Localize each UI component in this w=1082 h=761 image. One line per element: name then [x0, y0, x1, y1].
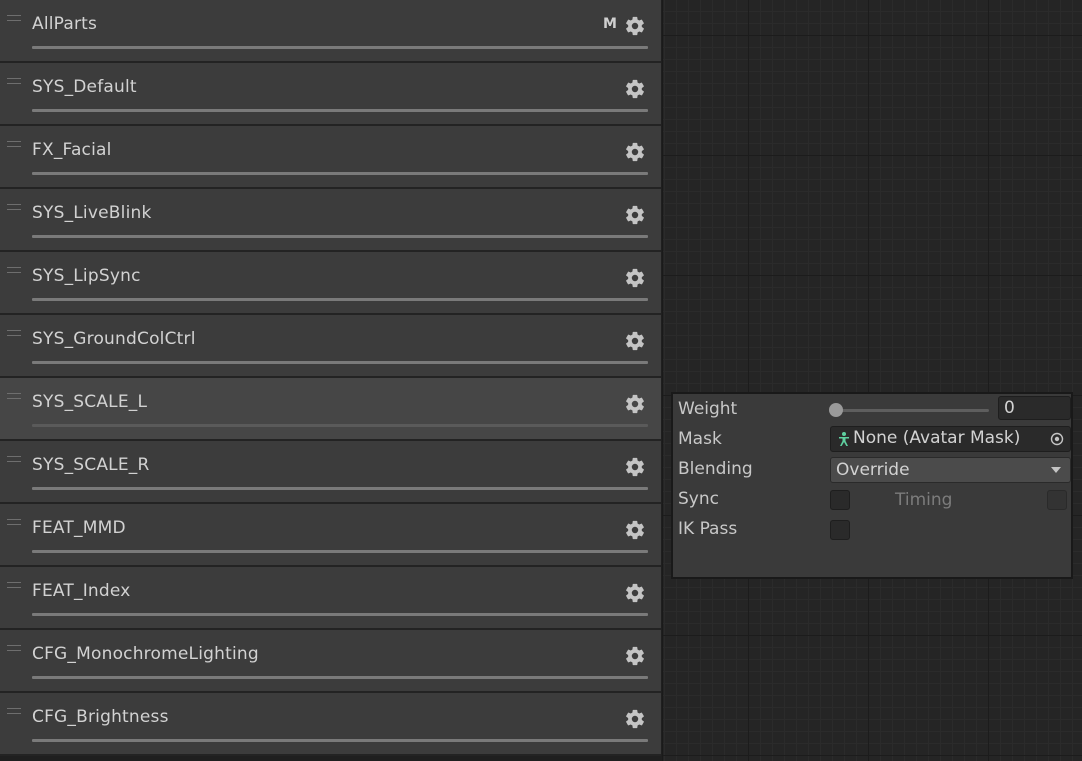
mask-object-field[interactable]: None (Avatar Mask)	[830, 426, 1071, 452]
mask-value: None (Avatar Mask)	[853, 428, 1021, 448]
drag-handle-icon[interactable]	[7, 393, 21, 399]
chevron-down-icon	[1051, 467, 1061, 473]
gear-icon[interactable]	[624, 708, 646, 730]
layer-item-sys-liveblink[interactable]: SYS_LiveBlink	[0, 189, 661, 252]
layer-weight-bar	[32, 109, 648, 112]
drag-handle-icon[interactable]	[7, 456, 21, 462]
layer-name: FEAT_Index	[32, 581, 131, 601]
layer-name: SYS_LiveBlink	[32, 203, 152, 223]
layer-weight-bar	[32, 46, 648, 49]
gear-icon[interactable]	[624, 267, 646, 289]
drag-handle-icon[interactable]	[7, 330, 21, 336]
mask-badge: M	[603, 16, 617, 32]
drag-handle-icon[interactable]	[7, 645, 21, 651]
drag-handle-icon[interactable]	[7, 582, 21, 588]
ik-pass-checkbox[interactable]	[830, 520, 850, 540]
layer-weight-bar	[32, 361, 648, 364]
layer-name: SYS_GroundColCtrl	[32, 329, 196, 349]
drag-handle-icon[interactable]	[7, 78, 21, 84]
avatar-mask-icon	[839, 432, 849, 446]
mask-label: Mask	[678, 429, 722, 449]
weight-input[interactable]: 0	[998, 396, 1071, 420]
gear-icon[interactable]	[624, 519, 646, 541]
layer-weight-bar	[32, 739, 648, 742]
drag-handle-icon[interactable]	[7, 204, 21, 210]
gear-icon[interactable]	[624, 393, 646, 415]
gear-icon[interactable]	[624, 582, 646, 604]
layer-weight-bar	[32, 424, 648, 427]
sync-checkbox[interactable]	[830, 490, 850, 510]
gear-icon[interactable]	[624, 645, 646, 667]
animator-window: AllParts M SYS_Default FX_Facial SYS_Liv…	[0, 0, 1082, 761]
layer-name: SYS_LipSync	[32, 266, 141, 286]
layer-weight-bar	[32, 235, 648, 238]
gear-icon[interactable]	[624, 330, 646, 352]
drag-handle-icon[interactable]	[7, 267, 21, 273]
layer-weight-bar	[32, 172, 648, 175]
layer-item-sys-lipsync[interactable]: SYS_LipSync	[0, 252, 661, 315]
ik-pass-label: IK Pass	[678, 519, 738, 539]
weight-label: Weight	[678, 399, 738, 419]
weight-slider-track[interactable]	[833, 409, 989, 412]
layer-item-sys-groundcolctrl[interactable]: SYS_GroundColCtrl	[0, 315, 661, 378]
drag-handle-icon[interactable]	[7, 519, 21, 525]
timing-checkbox[interactable]	[1047, 490, 1067, 510]
sync-label: Sync	[678, 489, 719, 509]
layer-settings-popup: Weight 0 Mask None (Avatar Mask) Blendin…	[671, 392, 1073, 579]
layer-weight-bar	[32, 550, 648, 553]
layer-weight-bar	[32, 676, 648, 679]
layer-weight-bar	[32, 298, 648, 301]
layer-item-sys-scale-l[interactable]: SYS_SCALE_L	[0, 378, 661, 441]
gear-icon[interactable]	[624, 204, 646, 226]
state-machine-graph[interactable]	[663, 0, 1082, 761]
layer-name: SYS_SCALE_R	[32, 455, 150, 475]
layer-name: SYS_Default	[32, 77, 137, 97]
layer-name: FX_Facial	[32, 140, 112, 160]
weight-slider-thumb[interactable]	[829, 403, 843, 417]
layer-item-feat-index[interactable]: FEAT_Index	[0, 567, 661, 630]
gear-icon[interactable]	[624, 78, 646, 100]
object-picker-icon[interactable]	[1050, 432, 1064, 446]
layer-item-sys-scale-r[interactable]: SYS_SCALE_R	[0, 441, 661, 504]
layer-weight-bar	[32, 487, 648, 490]
drag-handle-icon[interactable]	[7, 141, 21, 147]
gear-icon[interactable]	[624, 15, 646, 37]
layer-item-cfg-brightness[interactable]: CFG_Brightness	[0, 693, 661, 756]
gear-icon[interactable]	[624, 456, 646, 478]
layer-name: FEAT_MMD	[32, 518, 126, 538]
layer-item-fx-facial[interactable]: FX_Facial	[0, 126, 661, 189]
layer-item-sys-default[interactable]: SYS_Default	[0, 63, 661, 126]
drag-handle-icon[interactable]	[7, 708, 21, 714]
blending-value: Override	[836, 460, 910, 480]
drag-handle-icon[interactable]	[7, 15, 21, 21]
gear-icon[interactable]	[624, 141, 646, 163]
layer-item-allparts[interactable]: AllParts M	[0, 0, 661, 63]
blending-label: Blending	[678, 459, 753, 479]
layer-name: SYS_SCALE_L	[32, 392, 148, 412]
layer-name: AllParts	[32, 14, 98, 34]
timing-label: Timing	[895, 490, 953, 510]
blending-dropdown[interactable]: Override	[830, 457, 1071, 483]
layer-item-cfg-monochromelighting[interactable]: CFG_MonochromeLighting	[0, 630, 661, 693]
layer-name: CFG_MonochromeLighting	[32, 644, 259, 664]
layer-weight-bar	[32, 613, 648, 616]
layer-list: AllParts M SYS_Default FX_Facial SYS_Liv…	[0, 0, 663, 761]
layer-item-feat-mmd[interactable]: FEAT_MMD	[0, 504, 661, 567]
layer-name: CFG_Brightness	[32, 707, 169, 727]
